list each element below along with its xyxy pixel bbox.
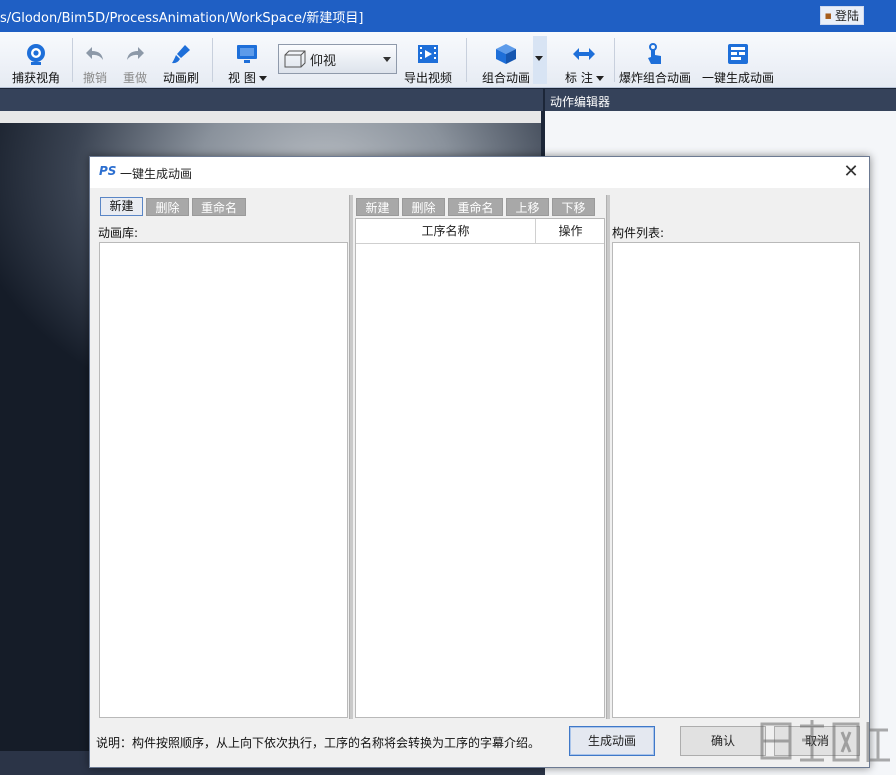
undo-icon (83, 42, 107, 66)
combo-animation-label: 组合动画 (482, 69, 530, 86)
dialog-note: 说明：构件按照顺序，从上向下依次执行，工序的名称将会转换为工序的字幕介绍。 (96, 734, 540, 751)
combo-animation-dropdown[interactable] (533, 36, 547, 84)
window-title-bar: s/Glodon/Bim5D/ProcessAnimation/WorkSpac… (0, 0, 896, 32)
undo-label: 撤销 (83, 69, 107, 86)
redo-button[interactable]: 重做 (123, 36, 147, 86)
chevron-down-icon (259, 76, 267, 81)
animation-library-label: 动画库: (98, 224, 138, 241)
brush-icon (169, 42, 193, 66)
timeline-grid-icon (726, 42, 750, 66)
one-click-animation-label: 一键生成动画 (702, 69, 774, 86)
library-delete-button[interactable]: 删除 (146, 198, 189, 216)
generate-animation-button[interactable]: 生成动画 (569, 726, 655, 756)
ribbon-separator (614, 38, 615, 82)
component-list[interactable] (612, 242, 860, 718)
dialog-title-bar: PS 一键生成动画 ✕ (90, 157, 869, 188)
ribbon-toolbar: 捕获视角 撤销 重做 动画刷 视 图 仰视 导出视频 组合动画 标 注 爆 (0, 32, 896, 88)
monitor-icon (235, 42, 259, 66)
export-video-label: 导出视频 (404, 69, 452, 86)
process-table-header: 工序名称 操作 (356, 219, 604, 244)
explode-combo-animation-label: 爆炸组合动画 (619, 69, 691, 86)
view-label: 视 图 (228, 71, 256, 85)
process-new-button[interactable]: 新建 (356, 198, 399, 216)
dialog-title: 一键生成动画 (120, 165, 192, 182)
pane-splitter[interactable] (349, 195, 353, 719)
process-table[interactable] (355, 218, 605, 718)
ribbon-separator (466, 38, 467, 82)
animation-library-list[interactable] (99, 242, 348, 718)
column-header-process-name[interactable]: 工序名称 (356, 219, 536, 244)
library-rename-button[interactable]: 重命名 (192, 198, 246, 216)
view-dropdown-button[interactable]: 视 图 (228, 36, 267, 86)
action-editor-title: 动作编辑器 (545, 89, 896, 111)
pane-splitter[interactable] (606, 195, 610, 719)
view-angle-value: 仰视 (310, 50, 336, 69)
chevron-down-icon (383, 57, 391, 62)
chevron-down-icon (596, 76, 604, 81)
login-label: 登陆 (835, 7, 859, 24)
hand-pointer-icon (643, 42, 667, 66)
export-video-button[interactable]: 导出视频 (404, 36, 452, 86)
window-title-path: s/Glodon/Bim5D/ProcessAnimation/WorkSpac… (0, 7, 363, 26)
cube-outline-icon (284, 50, 306, 68)
animation-brush-button[interactable]: 动画刷 (163, 36, 199, 86)
annotate-label: 标 注 (565, 71, 593, 85)
component-list-label: 构件列表: (612, 224, 664, 241)
cancel-button[interactable]: 取消 (774, 726, 860, 756)
camera-icon (24, 42, 48, 66)
combo-animation-button[interactable]: 组合动画 (482, 36, 530, 86)
app-logo-icon: PS (99, 164, 116, 178)
user-icon: ▪ (825, 9, 832, 22)
redo-icon (123, 42, 147, 66)
film-icon (416, 42, 440, 66)
box-icon (494, 42, 518, 66)
process-delete-button[interactable]: 删除 (402, 198, 445, 216)
one-click-animation-dialog: PS 一键生成动画 ✕ 新建 删除 重命名 动画库: 新建 删除 重命名 上移 … (89, 156, 870, 768)
redo-label: 重做 (123, 69, 147, 86)
viewport-header-strip (0, 89, 543, 111)
process-move-down-button[interactable]: 下移 (552, 198, 595, 216)
process-rename-button[interactable]: 重命名 (448, 198, 503, 216)
one-click-animation-button[interactable]: 一键生成动画 (702, 36, 774, 86)
login-button[interactable]: ▪ 登陆 (820, 6, 864, 25)
chevron-down-icon (535, 56, 543, 61)
column-header-action[interactable]: 操作 (537, 219, 604, 244)
close-icon[interactable]: ✕ (839, 160, 863, 184)
view-angle-select[interactable]: 仰视 (278, 44, 397, 74)
undo-button[interactable]: 撤销 (83, 36, 107, 86)
explode-combo-animation-button[interactable]: 爆炸组合动画 (619, 36, 691, 86)
library-new-button[interactable]: 新建 (100, 197, 143, 216)
annotate-dropdown-button[interactable]: 标 注 (565, 36, 604, 86)
dimension-arrows-icon (572, 42, 596, 66)
process-move-up-button[interactable]: 上移 (506, 198, 549, 216)
capture-view-label: 捕获视角 (12, 69, 60, 86)
ribbon-separator (212, 38, 213, 82)
animation-brush-label: 动画刷 (163, 69, 199, 86)
confirm-button[interactable]: 确认 (680, 726, 766, 756)
ribbon-separator (72, 38, 73, 82)
capture-view-button[interactable]: 捕获视角 (12, 36, 60, 86)
